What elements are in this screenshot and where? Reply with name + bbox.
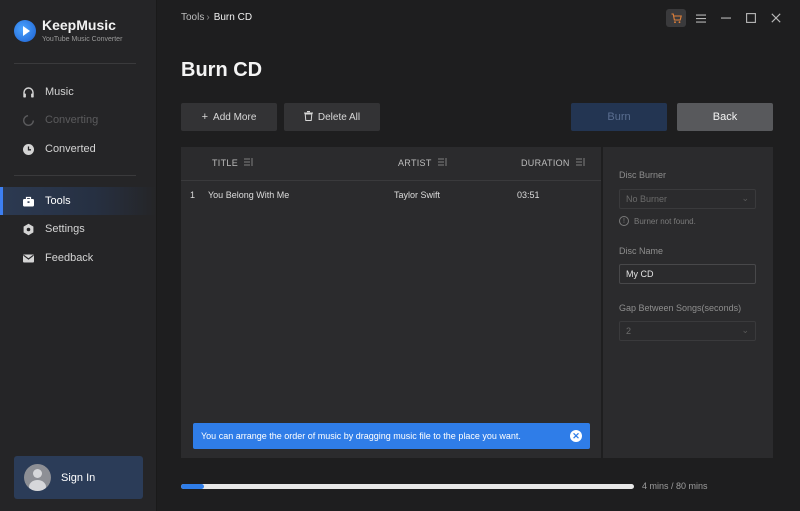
disc-capacity-fill	[181, 484, 204, 489]
sidebar-item-label: Converted	[45, 143, 96, 155]
breadcrumb: Tools › Burn CD	[181, 12, 252, 23]
disc-capacity-bar	[181, 484, 634, 489]
disc-name-input[interactable]: My CD	[619, 264, 756, 284]
track-table: TITLE ARTIST DURATION 1 You Belong With …	[181, 147, 601, 458]
breadcrumb-current: Burn CD	[213, 12, 253, 23]
sidebar: KeepMusic YouTube Music Converter Music …	[0, 0, 157, 511]
menu-icon[interactable]	[691, 9, 711, 27]
mail-icon	[21, 251, 35, 265]
info-icon: !	[619, 216, 629, 226]
window-controls	[666, 9, 791, 27]
spinner-icon	[21, 113, 35, 127]
back-label: Back	[712, 111, 738, 123]
sidebar-item-label: Tools	[45, 195, 71, 207]
column-header-artist[interactable]: ARTIST	[398, 158, 447, 168]
column-header-title[interactable]: TITLE	[212, 158, 253, 168]
sidebar-item-label: Settings	[45, 223, 85, 235]
app-name: KeepMusic	[42, 17, 116, 33]
disc-burner-select[interactable]: No Burner ⌄	[619, 189, 756, 209]
table-header: TITLE ARTIST DURATION	[181, 147, 601, 181]
close-hint-icon[interactable]: ✕	[570, 430, 582, 442]
disc-name-label: Disc Name	[619, 246, 664, 256]
plus-icon: +	[201, 111, 209, 123]
sidebar-divider	[14, 63, 136, 64]
drag-hint-banner: You can arrange the order of music by dr…	[193, 423, 590, 449]
sidebar-item-converted[interactable]: Converted	[0, 135, 156, 163]
sign-in-button[interactable]: Sign In	[14, 456, 143, 499]
chevron-down-icon: ⌄	[741, 193, 749, 203]
column-header-duration[interactable]: DURATION	[521, 158, 585, 168]
sort-icon[interactable]	[575, 158, 585, 168]
table-row[interactable]: 1 You Belong With Me Taylor Swift 03:51	[181, 182, 601, 208]
gap-label: Gap Between Songs(seconds)	[619, 303, 742, 313]
sidebar-item-label: Music	[45, 86, 74, 98]
sidebar-item-settings[interactable]: Settings	[0, 215, 156, 243]
minimize-icon[interactable]	[716, 9, 736, 27]
row-duration: 03:51	[517, 190, 540, 200]
burn-button[interactable]: Burn	[571, 103, 667, 131]
disc-burner-label: Disc Burner	[619, 170, 667, 180]
hint-text: You can arrange the order of music by dr…	[201, 431, 521, 441]
sort-icon[interactable]	[244, 158, 253, 168]
disc-capacity-text: 4 mins / 80 mins	[642, 481, 708, 491]
row-artist: Taylor Swift	[394, 190, 441, 200]
sidebar-item-music[interactable]: Music	[0, 78, 156, 106]
headphones-icon	[21, 85, 35, 99]
page-title: Burn CD	[181, 59, 263, 81]
sidebar-item-label: Feedback	[45, 252, 94, 264]
sort-icon[interactable]	[437, 158, 447, 168]
sidebar-item-feedback[interactable]: Feedback	[0, 244, 156, 272]
app-subtitle: YouTube Music Converter	[42, 36, 123, 43]
row-title: You Belong With Me	[208, 190, 290, 200]
cart-icon[interactable]	[666, 9, 686, 27]
sign-in-label: Sign In	[61, 471, 96, 484]
close-icon[interactable]	[766, 9, 786, 27]
trash-icon	[303, 110, 313, 124]
back-button[interactable]: Back	[677, 103, 773, 131]
row-index: 1	[190, 190, 196, 200]
maximize-icon[interactable]	[741, 9, 761, 27]
burner-status-note: ! Burner not found.	[619, 216, 696, 226]
chevron-down-icon: ⌄	[741, 325, 749, 335]
clock-icon	[21, 142, 35, 156]
brand: KeepMusic YouTube Music Converter	[14, 16, 122, 43]
sidebar-divider	[14, 175, 136, 176]
gap-select[interactable]: 2 ⌄	[619, 321, 756, 341]
delete-all-button[interactable]: Delete All	[284, 103, 380, 131]
toolbox-icon	[21, 194, 35, 208]
delete-all-label: Delete All	[317, 111, 361, 123]
app-logo-icon	[14, 20, 36, 42]
sidebar-item-converting[interactable]: Converting	[0, 106, 156, 134]
gear-icon	[21, 222, 35, 236]
breadcrumb-parent[interactable]: Tools	[181, 12, 204, 23]
burn-label: Burn	[607, 111, 631, 123]
burn-settings-panel: Disc Burner No Burner ⌄ ! Burner not fou…	[603, 147, 773, 458]
avatar	[24, 464, 51, 491]
sidebar-item-tools[interactable]: Tools	[0, 187, 156, 215]
sidebar-item-label: Converting	[45, 114, 99, 126]
add-more-label: Add More	[213, 111, 257, 123]
add-more-button[interactable]: + Add More	[181, 103, 277, 131]
breadcrumb-separator: ›	[206, 12, 210, 23]
